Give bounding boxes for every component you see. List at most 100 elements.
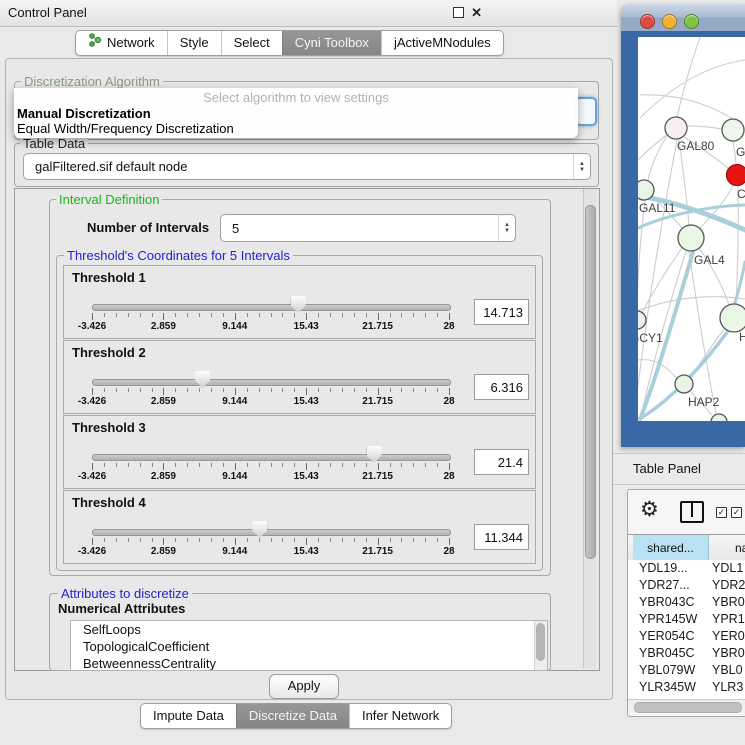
tick-label: 28: [443, 321, 454, 332]
threshold-value-field-2[interactable]: 6.316: [474, 374, 529, 400]
table-row[interactable]: YBL079W YBL0: [628, 662, 745, 679]
table-row[interactable]: YPR145W YPR1: [628, 611, 745, 628]
network-node-ga[interactable]: [722, 119, 744, 141]
network-node-label: C: [737, 187, 745, 201]
tab-style[interactable]: Style: [167, 31, 221, 55]
tab-jactivemnodules[interactable]: jActiveMNodules: [381, 31, 503, 55]
network-canvas[interactable]: GAL80GACGAL11GAL4GCY1HHAP2: [638, 37, 745, 421]
apply-button[interactable]: Apply: [269, 674, 339, 699]
checkbox-checked-icon[interactable]: ✓: [716, 507, 727, 518]
network-node-label: GAL80: [677, 139, 715, 153]
table-cell[interactable]: YLR3: [712, 679, 743, 696]
table-cell[interactable]: YBR0: [712, 594, 745, 611]
threshold-value-field-4[interactable]: 11.344: [474, 524, 529, 550]
tick-label: 28: [443, 471, 454, 482]
tab-network[interactable]: Network: [76, 31, 167, 55]
table-cell[interactable]: YDL19...: [639, 560, 688, 577]
numerical-attributes-list[interactable]: SelfLoopsTopologicalCoefficientBetweenne…: [70, 620, 548, 671]
thresholds-group: Threshold 1-3.4262.8599.14415.4321.71528…: [56, 255, 543, 571]
network-node-gal4[interactable]: [678, 225, 704, 251]
network-edge[interactable]: [689, 251, 716, 414]
network-node-gcy1[interactable]: [638, 311, 646, 329]
tab-discretize-data[interactable]: Discretize Data: [236, 704, 349, 728]
table-cell[interactable]: YLR345W: [639, 679, 696, 696]
tab-infer-network[interactable]: Infer Network: [349, 704, 451, 728]
column-header-1[interactable]: shared...: [633, 535, 709, 561]
network-edge[interactable]: [648, 134, 668, 180]
table-row[interactable]: YER054C YER0: [628, 628, 745, 645]
float-panel-icon[interactable]: [453, 7, 464, 18]
threshold-value-field-1[interactable]: 14.713: [474, 299, 529, 325]
network-edge[interactable]: [638, 200, 645, 311]
algorithm-combobox-edge[interactable]: [575, 97, 597, 126]
settings-vertical-scrollbar[interactable]: [583, 189, 596, 668]
threshold-label: Threshold 4: [72, 495, 146, 510]
network-node-node9[interactable]: [711, 414, 727, 421]
column-header-2[interactable]: na: [709, 535, 745, 561]
table-cell[interactable]: YBR043C: [639, 594, 695, 611]
threshold-value-field-3[interactable]: 21.4: [474, 449, 529, 475]
network-window: GAL80GACGAL11GAL4GCY1HHAP2: [621, 4, 745, 447]
tab-cyni-toolbox[interactable]: Cyni Toolbox: [282, 31, 381, 55]
attribute-items: SelfLoopsTopologicalCoefficientBetweenne…: [71, 621, 547, 671]
network-edge[interactable]: [640, 95, 733, 119]
table-cell[interactable]: YER054C: [639, 628, 695, 645]
network-edge[interactable]: [640, 60, 745, 118]
network-node-hap2[interactable]: [675, 375, 693, 393]
tab-label: Network: [107, 31, 155, 55]
table-row[interactable]: YBR043C YBR0: [628, 594, 745, 611]
table-cell[interactable]: YBL0: [712, 662, 743, 679]
table-data-combobox[interactable]: galFiltered.sif default node ▲▼: [23, 153, 591, 180]
network-edge[interactable]: [736, 186, 738, 304]
table-cell[interactable]: YDR2: [712, 577, 745, 594]
minimize-window-icon[interactable]: [662, 14, 677, 29]
network-node-gal11[interactable]: [638, 180, 654, 200]
tab-label: Cyni Toolbox: [295, 31, 369, 55]
attribute-list-item[interactable]: TopologicalCoefficient: [71, 638, 547, 655]
attributes-list-scrollbar[interactable]: [534, 621, 547, 670]
dropdown-option-equal-width-frequency[interactable]: Equal Width/Frequency Discretization: [17, 121, 234, 136]
split-columns-icon[interactable]: [680, 501, 704, 523]
checkbox-checked-icon[interactable]: ✓: [731, 507, 742, 518]
settings-gear-icon[interactable]: ⚙: [640, 497, 659, 522]
table-horizontal-scrollbar[interactable]: [628, 699, 745, 713]
dropdown-option-manual-discretization[interactable]: Manual Discretization: [17, 106, 151, 121]
network-edge[interactable]: [686, 126, 722, 129]
table-row[interactable]: YLR345W YLR3: [628, 679, 745, 696]
number-of-intervals-combobox[interactable]: 5 ▲▼: [220, 214, 516, 242]
tick-label: 28: [443, 396, 454, 407]
network-node-h[interactable]: [720, 304, 745, 332]
tick-label: 2.859: [151, 471, 176, 482]
table-cell[interactable]: YBR045C: [639, 645, 695, 662]
table-cell[interactable]: YBL079W: [639, 662, 695, 679]
threshold-label: Threshold 3: [72, 420, 146, 435]
tab-select[interactable]: Select: [221, 31, 282, 55]
network-node-red[interactable]: [727, 165, 745, 186]
table-panel-titlebar: Table Panel: [613, 453, 745, 485]
close-window-icon[interactable]: [640, 14, 655, 29]
table-cell[interactable]: YER0: [712, 628, 745, 645]
tick-label: -3.426: [78, 546, 106, 557]
table-cell[interactable]: YDR27...: [639, 577, 690, 594]
threshold-label: Threshold 2: [72, 345, 146, 360]
table-row[interactable]: YDR27... YDR2: [628, 577, 745, 594]
network-window-titlebar[interactable]: [621, 4, 745, 32]
tick-label: 21.715: [362, 546, 393, 557]
table-row[interactable]: YBR045C YBR0: [628, 645, 745, 662]
attribute-list-item[interactable]: BetweennessCentrality: [71, 655, 547, 671]
table-cell[interactable]: YPR145W: [639, 611, 697, 628]
network-view-frame: GAL80GACGAL11GAL4GCY1HHAP2: [621, 31, 745, 447]
table-cell[interactable]: YDL1: [712, 560, 743, 577]
close-panel-icon[interactable]: ✕: [471, 6, 482, 19]
network-edge[interactable]: [677, 37, 700, 118]
attribute-list-item[interactable]: SelfLoops: [71, 621, 547, 638]
control-panel-titlebar: Control Panel ✕: [0, 0, 617, 27]
network-node-gal80[interactable]: [665, 117, 687, 139]
table-row[interactable]: YDL19... YDL1: [628, 560, 745, 577]
network-edge[interactable]: [638, 134, 668, 160]
table-cell[interactable]: YPR1: [712, 611, 745, 628]
tab-impute-data[interactable]: Impute Data: [141, 704, 236, 728]
table-cell[interactable]: YBR0: [712, 645, 745, 662]
zoom-window-icon[interactable]: [684, 14, 699, 29]
network-icon: [88, 31, 102, 55]
